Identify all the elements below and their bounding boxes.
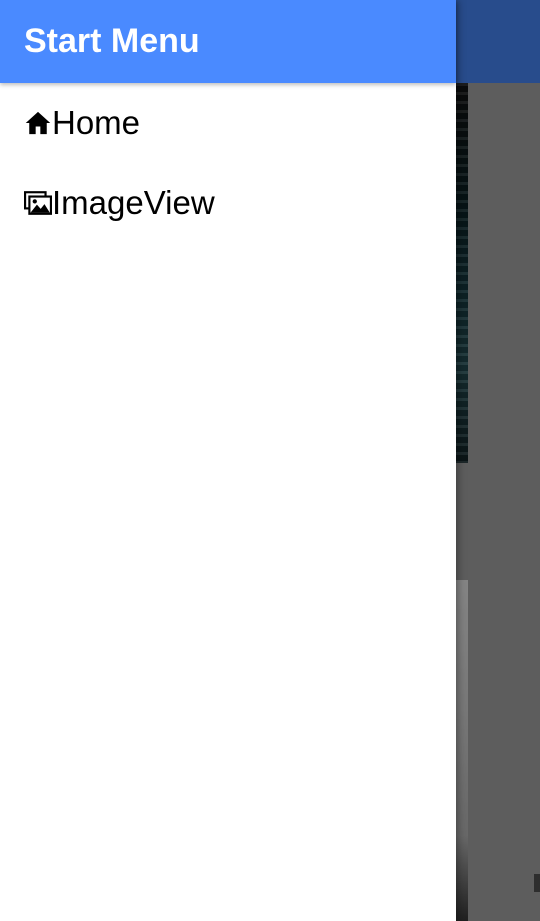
drawer-header: Start Menu xyxy=(0,0,456,83)
app-screen: Start Menu Home ImageView xyxy=(0,0,540,921)
menu-item-imageview[interactable]: ImageView xyxy=(0,163,456,243)
drawer-title: Start Menu xyxy=(24,22,200,60)
images-icon xyxy=(24,189,52,217)
navigation-drawer: Start Menu Home ImageView xyxy=(0,0,456,921)
menu-item-home[interactable]: Home xyxy=(0,83,456,163)
menu-item-label: Home xyxy=(52,104,141,141)
home-icon xyxy=(24,109,52,137)
menu-item-label: ImageView xyxy=(52,184,215,221)
